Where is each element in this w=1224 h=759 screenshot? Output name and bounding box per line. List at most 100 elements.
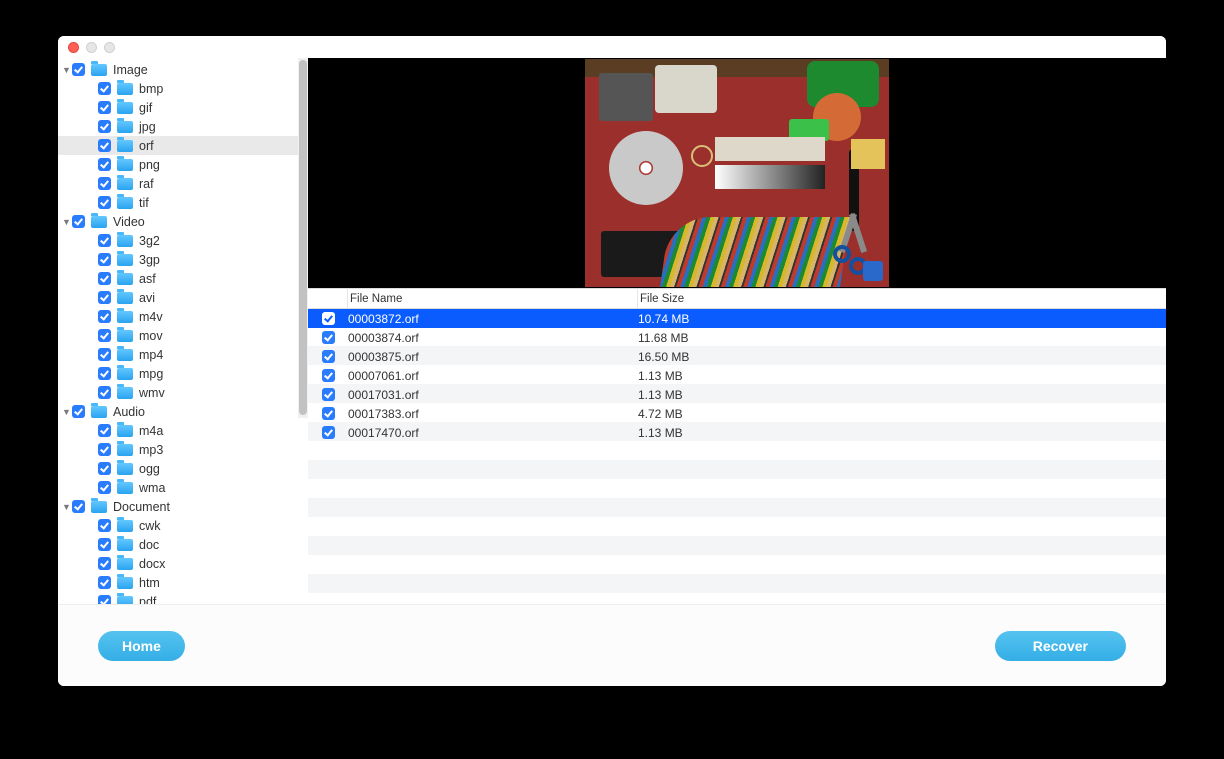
tree-item-3g2[interactable]: 3g2 <box>58 231 308 250</box>
home-button[interactable]: Home <box>98 631 185 661</box>
tree-checkbox[interactable] <box>98 329 111 342</box>
tree-checkbox[interactable] <box>98 158 111 171</box>
tree-checkbox[interactable] <box>98 272 111 285</box>
column-header-name[interactable]: File Name <box>348 289 638 308</box>
tree-item-htm[interactable]: htm <box>58 573 308 592</box>
folder-icon <box>117 463 133 475</box>
folder-icon <box>117 254 133 266</box>
tree-checkbox[interactable] <box>98 177 111 190</box>
row-checkbox[interactable] <box>322 388 335 401</box>
tree-checkbox[interactable] <box>98 348 111 361</box>
column-header-size[interactable]: File Size <box>638 289 1166 308</box>
tree-checkbox[interactable] <box>98 538 111 551</box>
tree-item-wmv[interactable]: wmv <box>58 383 308 402</box>
table-row[interactable]: 00017383.orf4.72 MB <box>308 404 1166 423</box>
table-row[interactable]: 00017031.orf1.13 MB <box>308 385 1166 404</box>
disclosure-triangle-icon[interactable]: ▼ <box>62 217 72 227</box>
tree-checkbox[interactable] <box>98 82 111 95</box>
row-checkbox[interactable] <box>322 350 335 363</box>
tree-checkbox[interactable] <box>72 215 85 228</box>
folder-icon <box>117 140 133 152</box>
window-minimize-button[interactable] <box>86 42 97 53</box>
tree-checkbox[interactable] <box>72 63 85 76</box>
tree-item-gif[interactable]: gif <box>58 98 308 117</box>
tree-item-asf[interactable]: asf <box>58 269 308 288</box>
tree-item-3gp[interactable]: 3gp <box>58 250 308 269</box>
recover-button[interactable]: Recover <box>995 631 1126 661</box>
tree-checkbox[interactable] <box>98 310 111 323</box>
tree-item-label: doc <box>139 538 159 552</box>
tree-checkbox[interactable] <box>98 595 111 604</box>
row-checkbox[interactable] <box>322 407 335 420</box>
tree-checkbox[interactable] <box>98 443 111 456</box>
tree-item-raf[interactable]: raf <box>58 174 308 193</box>
tree-item-video[interactable]: ▼Video <box>58 212 308 231</box>
tree-checkbox[interactable] <box>98 386 111 399</box>
tree-checkbox[interactable] <box>98 101 111 114</box>
disclosure-triangle-icon[interactable]: ▼ <box>62 65 72 75</box>
tree-item-cwk[interactable]: cwk <box>58 516 308 535</box>
table-row[interactable]: 00007061.orf1.13 MB <box>308 366 1166 385</box>
folder-icon <box>117 178 133 190</box>
disclosure-triangle-icon[interactable]: ▼ <box>62 502 72 512</box>
tree-item-jpg[interactable]: jpg <box>58 117 308 136</box>
tree-item-docx[interactable]: docx <box>58 554 308 573</box>
row-checkbox[interactable] <box>322 331 335 344</box>
row-checkbox[interactable] <box>322 312 335 325</box>
tree-item-m4v[interactable]: m4v <box>58 307 308 326</box>
folder-icon <box>117 482 133 494</box>
tree-checkbox[interactable] <box>72 405 85 418</box>
tree-checkbox[interactable] <box>98 462 111 475</box>
tree-item-png[interactable]: png <box>58 155 308 174</box>
tree-checkbox[interactable] <box>98 253 111 266</box>
table-row[interactable]: 00003875.orf16.50 MB <box>308 347 1166 366</box>
tree-item-label: jpg <box>139 120 156 134</box>
tree-item-image[interactable]: ▼ Image <box>58 60 308 79</box>
tree-checkbox[interactable] <box>98 519 111 532</box>
tree-checkbox[interactable] <box>98 557 111 570</box>
table-row[interactable]: 00003874.orf11.68 MB <box>308 328 1166 347</box>
tree-item-audio[interactable]: ▼Audio <box>58 402 308 421</box>
tree-checkbox[interactable] <box>98 576 111 589</box>
tree-checkbox[interactable] <box>98 424 111 437</box>
tree-checkbox[interactable] <box>98 196 111 209</box>
folder-icon <box>117 330 133 342</box>
cell-file-name: 00003875.orf <box>348 350 638 364</box>
tree-item-doc[interactable]: doc <box>58 535 308 554</box>
table-row[interactable]: 00017470.orf1.13 MB <box>308 423 1166 442</box>
tree-item-tif[interactable]: tif <box>58 193 308 212</box>
cell-file-size: 10.74 MB <box>638 312 1166 326</box>
tree-item-document[interactable]: ▼Document <box>58 497 308 516</box>
tree-item-avi[interactable]: avi <box>58 288 308 307</box>
window-zoom-button[interactable] <box>104 42 115 53</box>
file-table[interactable]: File Name File Size 00003872.orf10.74 MB… <box>308 288 1166 604</box>
tree-checkbox[interactable] <box>98 139 111 152</box>
tree-item-bmp[interactable]: bmp <box>58 79 308 98</box>
tree-checkbox[interactable] <box>98 481 111 494</box>
disclosure-triangle-icon[interactable]: ▼ <box>62 407 72 417</box>
tree-item-mov[interactable]: mov <box>58 326 308 345</box>
table-row[interactable]: 00003872.orf10.74 MB <box>308 309 1166 328</box>
tree-item-m4a[interactable]: m4a <box>58 421 308 440</box>
tree-item-mp4[interactable]: mp4 <box>58 345 308 364</box>
tree-item-mp3[interactable]: mp3 <box>58 440 308 459</box>
row-checkbox[interactable] <box>322 426 335 439</box>
sidebar-scrollbar-thumb[interactable] <box>299 60 307 415</box>
tree-item-label: Image <box>113 63 148 77</box>
tree-item-ogg[interactable]: ogg <box>58 459 308 478</box>
tree-item-orf[interactable]: orf <box>58 136 308 155</box>
sidebar-scrollbar[interactable] <box>298 58 308 418</box>
tree-item-pdf[interactable]: pdf <box>58 592 308 604</box>
tree-item-wma[interactable]: wma <box>58 478 308 497</box>
cell-file-name: 00017031.orf <box>348 388 638 402</box>
app-window: ▼Imagebmpgifjpgorfpngraftif▼Video3g23gpa… <box>58 36 1166 686</box>
row-checkbox[interactable] <box>322 369 335 382</box>
tree-checkbox[interactable] <box>98 367 111 380</box>
tree-checkbox[interactable] <box>98 291 111 304</box>
file-type-tree[interactable]: ▼Imagebmpgifjpgorfpngraftif▼Video3g23gpa… <box>58 58 308 604</box>
tree-checkbox[interactable] <box>98 234 111 247</box>
tree-checkbox[interactable] <box>98 120 111 133</box>
tree-item-mpg[interactable]: mpg <box>58 364 308 383</box>
tree-checkbox[interactable] <box>72 500 85 513</box>
window-close-button[interactable] <box>68 42 79 53</box>
